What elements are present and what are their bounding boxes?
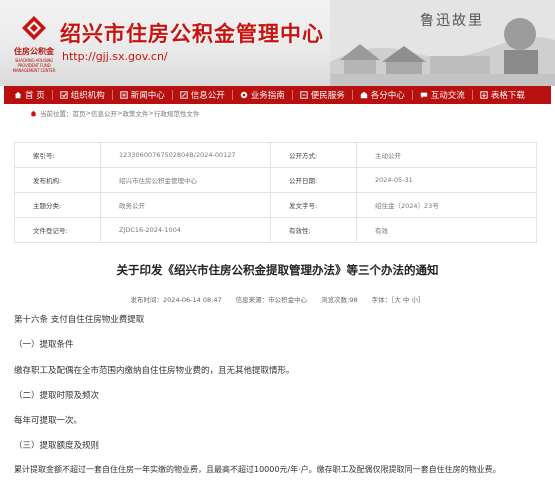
location-icon xyxy=(30,110,37,116)
doc-no-value: 绍住金〔2024〕23号 xyxy=(356,192,537,218)
register-label: 文件登记号: xyxy=(14,217,101,243)
nav-item-label: 组织机构 xyxy=(70,91,105,101)
table-row: 文件登记号: ZJDC16-2024-1004 有效性: 有效 xyxy=(14,217,537,243)
nav-item-home[interactable]: 首 页 xyxy=(14,86,45,104)
topic-value: 政务公开 xyxy=(100,192,271,218)
paragraph: （一）提取条件 xyxy=(14,340,74,350)
paragraph: 缴存职工及配偶在全市范围内缴纳自住住房物业费的，且无其他提取情形。 xyxy=(14,366,295,376)
nav-divider xyxy=(111,90,113,100)
publish-time: 发布时间：2024-06-14 08:47 xyxy=(130,296,222,304)
chat-icon xyxy=(420,92,427,99)
service-icon xyxy=(300,91,308,99)
validity-value: 有效 xyxy=(356,217,537,243)
public-date-value: 2024-05-31 xyxy=(356,167,537,193)
document-meta-table: 索引号: 12330600767502804B/2024-00127 公开方式:… xyxy=(14,142,537,243)
doc-no-label: 发文字号: xyxy=(270,192,357,218)
index-no-value: 12330600767502804B/2024-00127 xyxy=(100,142,271,168)
table-row: 发布机构: 绍兴市住房公积金管理中心 公开日期: 2024-05-31 xyxy=(14,167,537,193)
article-info-bar: 发布时间：2024-06-14 08:47 信息来源：市公积金中心 浏览次数:9… xyxy=(0,294,555,304)
nav-item-news[interactable]: 新闻中心 xyxy=(120,86,165,104)
paragraph: （三）提取额度及规则 xyxy=(14,441,100,451)
nav-divider xyxy=(51,90,53,100)
site-url: http://gjj.sx.gov.cn/ xyxy=(62,50,168,63)
site-logo[interactable]: 住房公积金 SHAOXING HOUSING PROVIDENT FUND MA… xyxy=(10,14,58,73)
paragraph: 第十六条 支付自住住房物业费提取 xyxy=(14,315,145,325)
nav-item-label: 便民服务 xyxy=(310,91,345,101)
main-nav: 首 页 组织机构 新闻中心 信息公开 业务指南 便民服务 各分中心 互动交流 表… xyxy=(4,86,551,104)
breadcrumb-regulation[interactable]: 行政规范性文件 xyxy=(154,108,200,118)
issuer-value: 绍兴市住房公积金管理中心 xyxy=(100,167,271,193)
breadcrumb: 当前位置： 首页 > 信息公开 > 政策文件 > 行政规范性文件 xyxy=(30,108,199,118)
index-no-label: 索引号: xyxy=(14,142,101,168)
validity-label: 有效性: xyxy=(270,217,357,243)
nav-item-label: 各分中心 xyxy=(370,91,405,101)
nav-divider xyxy=(471,90,473,100)
nav-item-label: 首 页 xyxy=(25,91,45,101)
site-banner: 住房公积金 SHAOXING HOUSING PROVIDENT FUND MA… xyxy=(0,0,555,86)
nav-divider xyxy=(291,90,293,100)
public-date-label: 公开日期: xyxy=(270,167,357,193)
font-size-switcher[interactable]: 字体：［大 中 小］ xyxy=(372,294,425,304)
public-method-label: 公开方式: xyxy=(270,142,357,168)
breadcrumb-info-public[interactable]: 信息公开 xyxy=(91,108,117,118)
nav-item-org[interactable]: 组织机构 xyxy=(60,86,105,104)
topic-label: 主题分类: xyxy=(14,192,101,218)
nav-divider xyxy=(411,90,413,100)
nav-item-label: 互动交流 xyxy=(430,91,465,101)
nav-item-branch[interactable]: 各分中心 xyxy=(360,86,405,104)
nav-divider xyxy=(351,90,353,100)
info-source: 信息来源：市公积金中心 xyxy=(235,296,308,304)
breadcrumb-prefix: 当前位置： xyxy=(40,110,73,118)
nav-item-guide[interactable]: 业务指南 xyxy=(240,86,285,104)
nav-item-chat[interactable]: 互动交流 xyxy=(420,86,465,104)
download-icon xyxy=(480,91,488,99)
banner-calligraphy: 鲁迅故里 xyxy=(420,13,484,29)
paragraph: 每年可提取一次。 xyxy=(14,416,83,426)
home-icon xyxy=(14,91,22,99)
view-count: 浏览次数:98 xyxy=(321,296,358,304)
nav-item-label: 信息公开 xyxy=(190,91,225,101)
nav-item-service[interactable]: 便民服务 xyxy=(300,86,345,104)
site-title: 绍兴市住房公积金管理中心 xyxy=(60,22,324,46)
info-icon xyxy=(180,91,188,99)
guide-icon xyxy=(240,91,247,99)
news-icon xyxy=(120,91,128,99)
logo-icon xyxy=(22,16,46,40)
breadcrumb-home[interactable]: 首页 xyxy=(73,108,86,118)
article-title: 关于印发《绍兴市住房公积金提取管理办法》等三个办法的通知 xyxy=(116,263,439,277)
logo-english-text: SHAOXING HOUSING PROVIDENT FUND MANAGEME… xyxy=(12,58,56,73)
register-value: ZJDC16-2024-1004 xyxy=(100,217,271,243)
nav-item-download[interactable]: 表格下载 xyxy=(480,86,525,104)
table-row: 索引号: 12330600767502804B/2024-00127 公开方式:… xyxy=(14,142,537,168)
nav-item-info[interactable]: 信息公开 xyxy=(180,86,225,104)
issuer-label: 发布机构: xyxy=(14,167,101,193)
nav-item-label: 表格下载 xyxy=(490,91,525,101)
nav-item-label: 新闻中心 xyxy=(130,91,165,101)
table-row: 主题分类: 政务公开 发文字号: 绍住金〔2024〕23号 xyxy=(14,192,537,218)
paragraph: 累计提取金额不超过一套自住住房一年实缴的物业费，且最高不超过10000元/年·户… xyxy=(14,465,501,474)
breadcrumb-policy[interactable]: 政策文件 xyxy=(122,108,148,118)
branch-icon xyxy=(360,91,367,99)
nav-divider xyxy=(171,90,173,100)
logo-text: 住房公积金 xyxy=(14,47,54,56)
org-icon xyxy=(60,91,68,99)
nav-item-label: 业务指南 xyxy=(250,91,285,101)
public-method-value: 主动公开 xyxy=(356,142,537,168)
nav-divider xyxy=(231,90,233,100)
paragraph: （二）提取时限及频次 xyxy=(14,391,100,401)
